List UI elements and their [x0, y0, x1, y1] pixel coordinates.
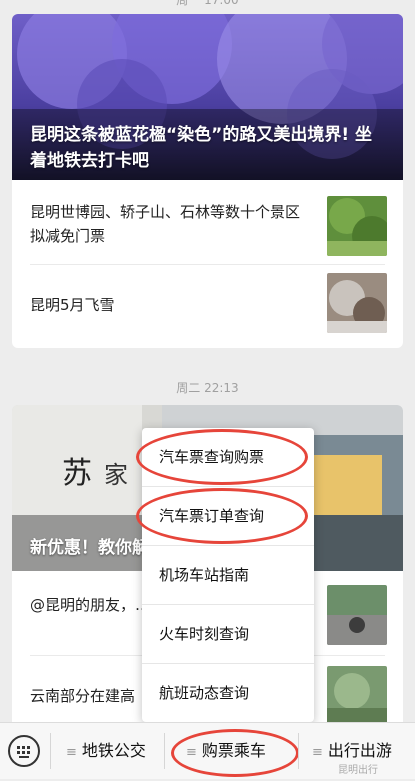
bottom-menu-bar: ≡ 地铁公交 ≡ 购票乘车 ≡ 出行出游 昆明出行 [0, 722, 415, 779]
hero-image[interactable]: 昆明这条被蓝花楹“染色”的路又美出境界! 坐着地铁去打卡吧 [12, 14, 403, 180]
svg-text:家: 家 [104, 461, 128, 489]
thumbnail [327, 666, 387, 726]
menu-item-airport-station-guide[interactable]: 机场车站指南 [142, 546, 314, 605]
divider [50, 733, 51, 769]
menu-item-flight-status[interactable]: 航班动态查询 [142, 664, 314, 722]
menu-lines-icon: ≡ [186, 745, 197, 760]
menu-item-train-schedule[interactable]: 火车时刻查询 [142, 605, 314, 664]
article-card: 昆明这条被蓝花楹“染色”的路又美出境界! 坐着地铁去打卡吧 昆明世博园、轿子山、… [12, 14, 403, 348]
tab-label: 购票乘车 [201, 741, 266, 760]
tab-label: 地铁公交 [81, 741, 146, 760]
menu-item-label: 航班动态查询 [159, 684, 250, 702]
thumbnail [327, 585, 387, 645]
popup-menu: 汽车票查询购票 汽车票订单查询 机场车站指南 火车时刻查询 航班动态查询 [136, 428, 314, 722]
keyboard-icon[interactable] [8, 735, 40, 767]
menu-item-label: 火车时刻查询 [159, 625, 250, 643]
list-item[interactable]: 昆明世博园、轿子山、石林等数十个景区拟减免门票 [12, 180, 403, 264]
list-item-title: 昆明世博园、轿子山、石林等数十个景区拟减免门票 [30, 203, 301, 245]
timestamp: 周一 17:00 [176, 0, 239, 7]
menu-lines-icon: ≡ [312, 745, 323, 760]
tab-label: 出行出游 [327, 741, 392, 760]
watermark: 昆明出行 [338, 765, 378, 776]
list-item[interactable]: 昆明5月飞雪 [12, 265, 403, 348]
menu-item-label: 汽车票查询购票 [159, 448, 265, 466]
menu-item-bus-order-query[interactable]: 汽车票订单查询 [136, 487, 314, 546]
menu-lines-icon: ≡ [66, 745, 77, 760]
divider [164, 733, 165, 769]
tab-metro-bus[interactable]: ≡ 地铁公交 [66, 723, 146, 779]
timestamp: 周二 22:13 [176, 381, 239, 395]
menu-item-bus-ticket-purchase[interactable]: 汽车票查询购票 [136, 428, 314, 487]
thumbnail [327, 196, 387, 256]
menu-item-label: 汽车票订单查询 [159, 507, 265, 525]
thumbnail [327, 273, 387, 333]
tab-ticket-ride[interactable]: ≡ 购票乘车 [186, 723, 266, 779]
menu-item-label: 机场车站指南 [159, 566, 250, 584]
svg-text:苏: 苏 [62, 456, 92, 491]
headline: 昆明这条被蓝花楹“染色”的路又美出境界! 坐着地铁去打卡吧 [30, 125, 373, 171]
list-item-title: 昆明5月飞雪 [30, 296, 115, 314]
divider [298, 733, 299, 769]
